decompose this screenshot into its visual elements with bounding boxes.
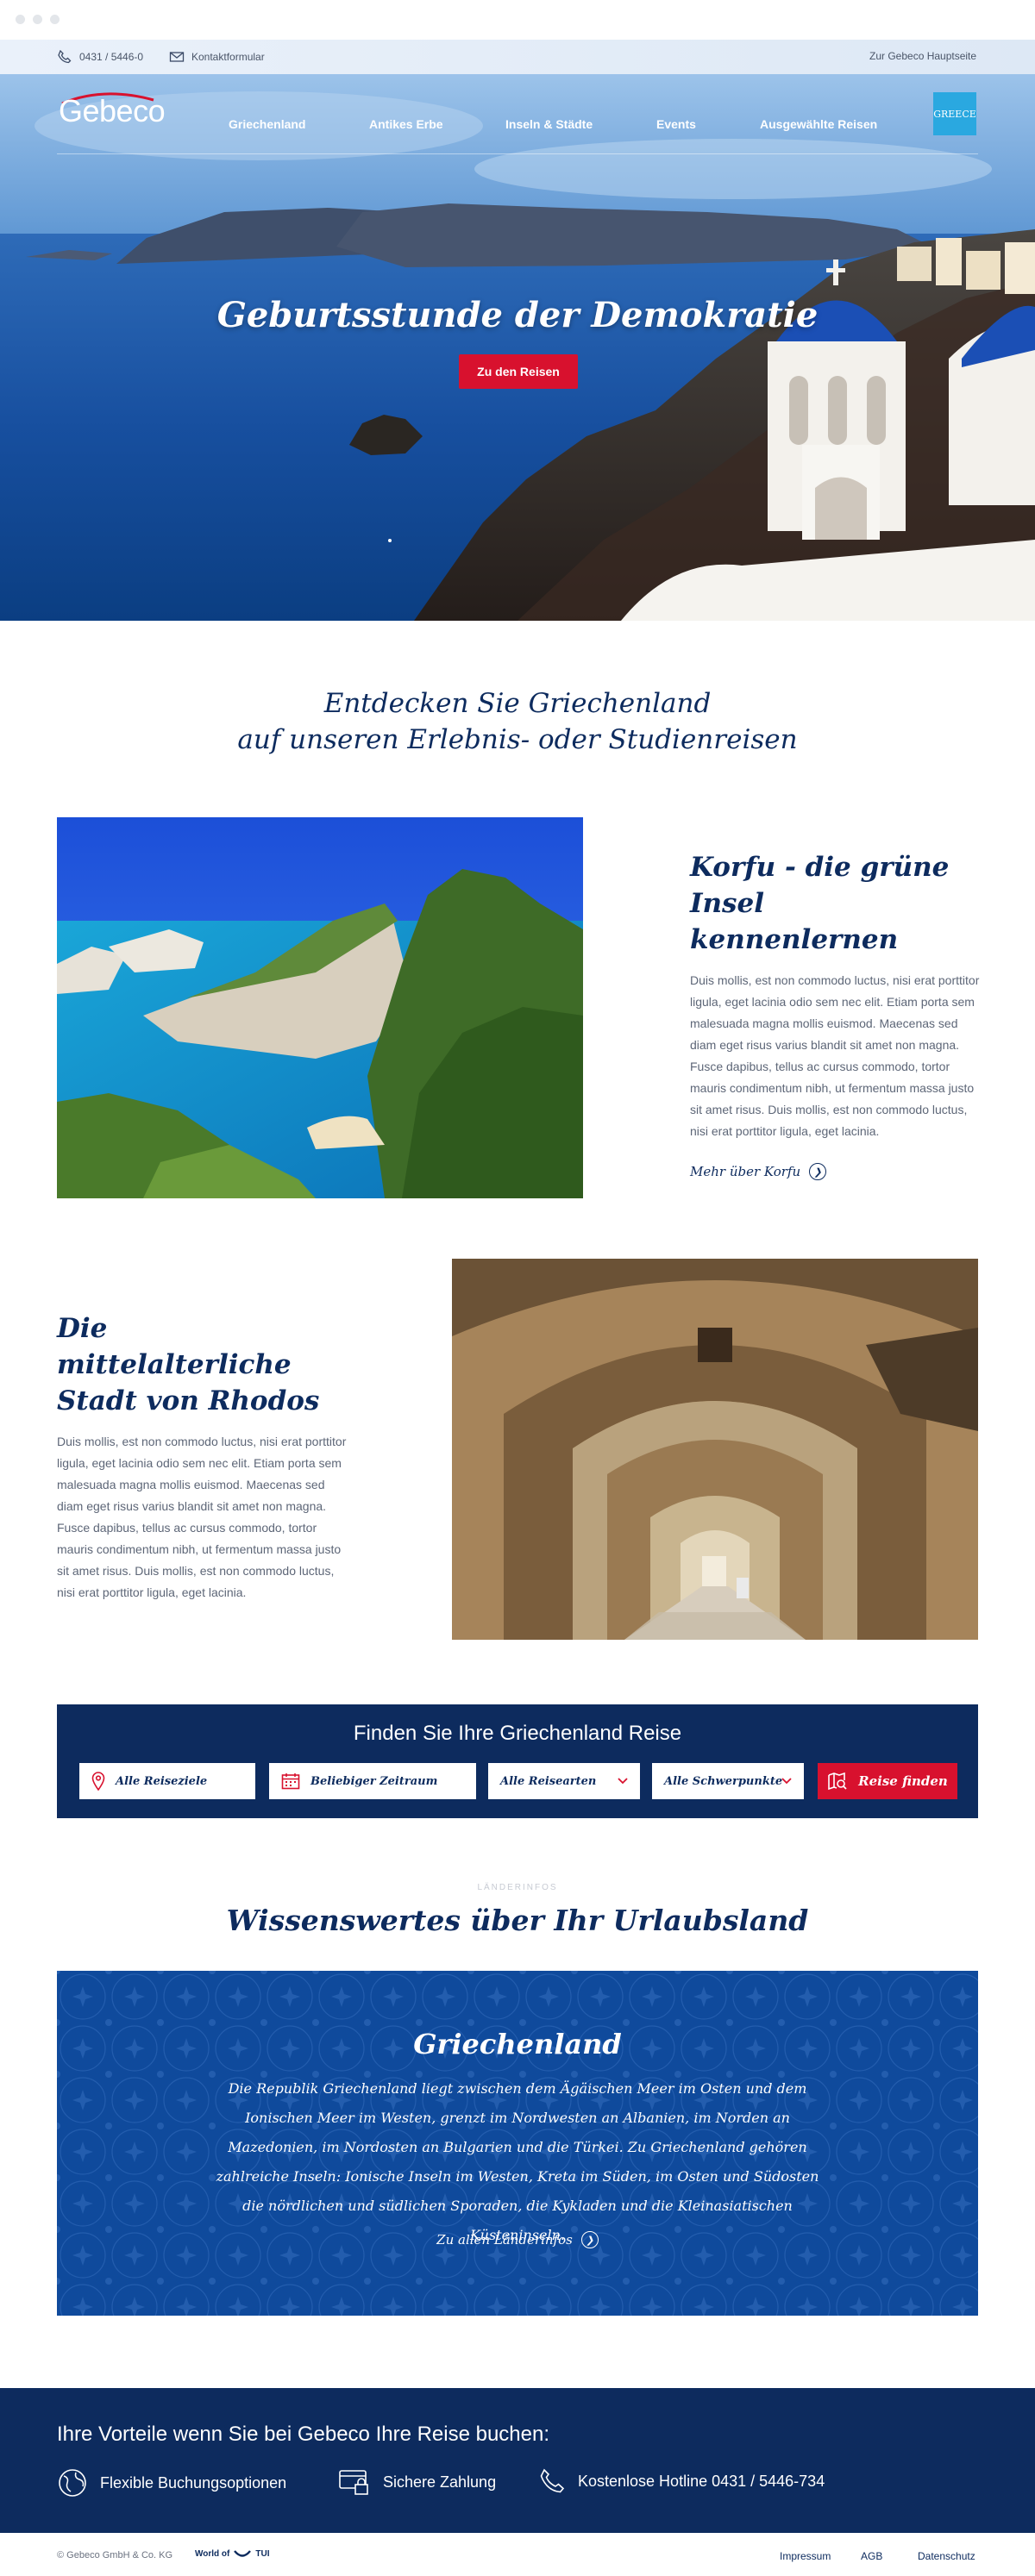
envelope-icon — [169, 52, 185, 62]
tui-smile-icon — [234, 2550, 252, 2557]
nav-item-griechenland[interactable]: Griechenland — [229, 117, 305, 131]
phone-number: 0431 / 5446-0 — [79, 51, 144, 63]
phone-icon — [540, 2468, 565, 2493]
rhodos-title-line-1: Die mittelalterliche — [57, 1313, 292, 1380]
impressum-link[interactable]: Impressum — [780, 2550, 831, 2562]
feature-label: Flexible Buchungsoptionen — [100, 2473, 287, 2492]
globe-icon — [59, 2469, 86, 2497]
hero: Gebeco Griechenland Antikes Erbe Inseln … — [0, 74, 1035, 621]
window-dot-icon — [50, 15, 60, 24]
contact-form-label: Kontaktformular — [191, 51, 265, 63]
korfu-more-link[interactable]: Mehr über Korfu ❯ — [690, 1163, 983, 1180]
utility-bar: 0431 / 5446-0 Kontaktformular Zur Gebeco… — [0, 40, 1035, 74]
phone-icon — [58, 50, 72, 64]
map-pin-icon — [91, 1772, 105, 1791]
phone-link[interactable]: 0431 / 5446-0 — [57, 50, 143, 64]
nav-item-events[interactable]: Events — [656, 117, 696, 131]
benefits-title: Ihre Vorteile wenn Sie bei Gebeco Ihre R… — [57, 2423, 550, 2446]
datenschutz-link[interactable]: Datenschutz — [918, 2550, 975, 2562]
hero-cta-button[interactable]: Zu den Reisen — [459, 354, 578, 389]
period-value: Beliebiger Zeitraum — [310, 1774, 438, 1788]
contact-form-link[interactable]: Kontaktformular — [169, 50, 265, 64]
korfu-title: Korfu - die grüne Insel kennenlernen — [690, 849, 983, 958]
chevron-down-icon — [618, 1778, 628, 1785]
rhodos-title: Die mittelalterliche Stadt von Rhodos — [57, 1310, 350, 1419]
rhodos-image — [452, 1259, 978, 1640]
period-select[interactable]: Beliebiger Zeitraum — [269, 1763, 476, 1799]
korfu-text: Duis mollis, est non commodo luctus, nis… — [690, 973, 980, 1138]
find-trip-button[interactable]: Reise finden — [818, 1763, 957, 1799]
korfu-image — [57, 817, 583, 1198]
hero-title: Geburtsstunde der Demokratie — [216, 295, 819, 335]
nav-item-inseln-staedte[interactable]: Inseln & Städte — [505, 117, 593, 131]
feature-label: Kostenlose Hotline 0431 / 5446-734 — [578, 2472, 825, 2490]
partner-label: World of — [195, 2548, 230, 2559]
nav-divider — [57, 153, 978, 154]
window-dot-icon — [33, 15, 42, 24]
nav-item-antikes-erbe[interactable]: Antikes Erbe — [369, 117, 443, 131]
copyright: © Gebeco GmbH & Co. KG — [57, 2550, 173, 2560]
agb-link[interactable]: AGB — [861, 2550, 882, 2562]
info-title: Wissenswertes über Ihr Urlaubsland — [226, 1904, 809, 1937]
hero-image — [0, 74, 1035, 621]
korfu-section: Korfu - die grüne Insel kennenlernen Dui… — [690, 849, 983, 1180]
focus-select[interactable]: Alle Schwerpunkte — [652, 1763, 804, 1799]
korfu-more-label: Mehr über Korfu — [690, 1164, 801, 1179]
nav-item-ausgewaehlte-reisen[interactable]: Ausgewählte Reisen — [760, 117, 877, 131]
feature-secure-payment: Sichere Zahlung — [338, 2467, 496, 2497]
find-trip-label: Reise finden — [858, 1773, 948, 1789]
main-site-link[interactable]: Zur Gebeco Hauptseite — [869, 50, 976, 62]
trip-search-panel: Finden Sie Ihre Griechenland Reise Alle … — [57, 1704, 978, 1818]
korfu-title-line-1: Korfu - die grüne Insel — [690, 852, 950, 919]
gebeco-logo[interactable]: Gebeco — [59, 93, 166, 129]
benefits-footer: Ihre Vorteile wenn Sie bei Gebeco Ihre R… — [0, 2388, 1035, 2533]
country-info-link[interactable]: Zu allen Länderinfos ❯ — [57, 2231, 978, 2248]
destination-select[interactable]: Alle Reiseziele — [79, 1763, 255, 1799]
world-of-tui-logo: World of TUI — [195, 2548, 269, 2559]
travel-type-value: Alle Reisearten — [500, 1774, 597, 1788]
map-search-icon — [828, 1772, 847, 1791]
rhodos-text: Duis mollis, est non commodo luctus, nis… — [57, 1435, 347, 1599]
feature-free-hotline: Kostenlose Hotline 0431 / 5446-734 — [538, 2467, 825, 2495]
feature-label: Sichere Zahlung — [383, 2473, 497, 2491]
intro-line-2: auf unseren Erlebnis- oder Studienreisen — [237, 724, 798, 755]
legal-bar: © Gebeco GmbH & Co. KG World of TUI Impr… — [0, 2533, 1035, 2576]
feature-flexible-booking: Flexible Buchungsoptionen — [57, 2467, 286, 2498]
window-dot-icon — [16, 15, 25, 24]
partner-brand: TUI — [255, 2548, 270, 2559]
info-box-title: Griechenland — [413, 2028, 622, 2060]
greece-badge[interactable]: GREECE — [933, 92, 976, 135]
rhodos-section: Die mittelalterliche Stadt von Rhodos Du… — [57, 1310, 350, 1604]
country-info-label: Zu allen Länderinfos — [436, 2232, 573, 2248]
card-lock-icon — [339, 2470, 368, 2495]
focus-value: Alle Schwerpunkte — [664, 1774, 783, 1788]
arrow-right-icon: ❯ — [809, 1163, 827, 1180]
arrow-right-icon: ❯ — [580, 2231, 599, 2248]
travel-type-select[interactable]: Alle Reisearten — [488, 1763, 640, 1799]
country-info-box: Griechenland Die Republik Griechenland l… — [57, 1971, 978, 2316]
calendar-icon — [281, 1773, 300, 1790]
intro-line-1: Entdecken Sie Griechenland — [323, 688, 712, 719]
korfu-title-line-2: kennenlernen — [690, 924, 899, 955]
browser-chrome — [0, 0, 1035, 40]
destination-value: Alle Reiseziele — [116, 1774, 208, 1788]
rhodos-title-line-2: Stadt von Rhodos — [57, 1385, 320, 1416]
search-title: Finden Sie Ihre Griechenland Reise — [353, 1722, 682, 1745]
info-box-text: Die Republik Griechenland liegt zwischen… — [216, 2080, 819, 2243]
chevron-down-icon — [781, 1778, 792, 1785]
section-kicker: LÄNDERINFOS — [477, 1883, 558, 1892]
intro-heading: Entdecken Sie Griechenland auf unseren E… — [0, 685, 1035, 758]
